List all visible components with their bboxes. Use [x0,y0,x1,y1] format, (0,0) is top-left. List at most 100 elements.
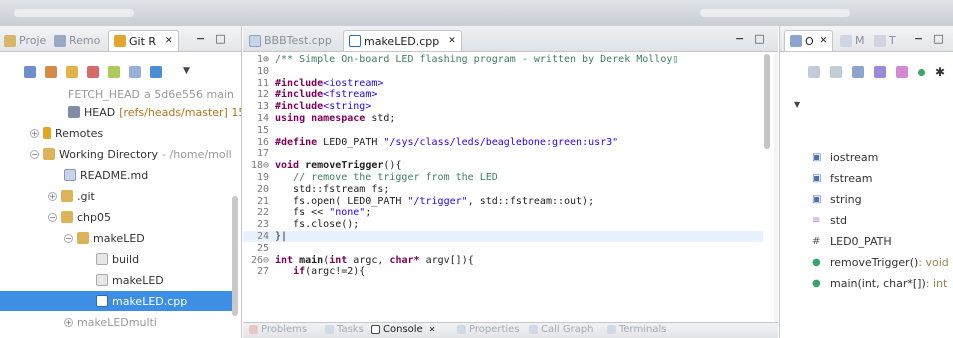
code-text[interactable]: #include<iostream> [275,78,383,89]
outline-item[interactable]: ● main(int, char*[]) : int [812,274,947,292]
code-line[interactable]: 26⊖ int main(int argc, char* argv[]){ [243,255,763,266]
tree-item-makeled-cpp[interactable]: makeLED.cpp [0,291,234,311]
outline-item[interactable]: ▣ fstream [812,169,872,187]
outline-item[interactable]: ▣ iostream [812,148,878,166]
tab-makeled-cpp[interactable]: makeLED.cpp ✕ [343,30,462,51]
expand-icon[interactable]: + [64,317,73,327]
editor-scrollbar[interactable] [764,54,770,149]
tab-project-explorer[interactable]: Proje [4,30,46,51]
close-icon[interactable]: ✕ [448,36,456,46]
tab-git-repositories[interactable]: Git R ✕ [108,30,179,51]
tree-item-chp05[interactable]: − chp05 [48,207,111,227]
chevron-down-icon[interactable]: ▼ [183,66,190,78]
maximize-button[interactable]: □ [215,32,225,45]
minimize-button[interactable]: − [735,32,744,45]
tab-outline[interactable]: O ✕ [784,30,834,51]
code-text[interactable]: fs << "none"; [275,207,371,218]
tab-remote-systems[interactable]: Remo [54,30,100,51]
code-line[interactable]: 21 fs.open( LED0_PATH "/trigger", std::f… [243,196,763,207]
close-icon[interactable]: ✕ [429,325,436,334]
hide-static-icon[interactable] [830,66,842,78]
asterisk-icon[interactable]: ✱ [935,66,945,78]
collapse-icon[interactable]: − [48,212,57,222]
collapse-all-icon[interactable] [24,66,36,78]
code-line[interactable]: 10 [243,66,763,77]
outline-item[interactable]: ▣ string [812,190,862,208]
minimize-button[interactable]: − [914,32,923,45]
code-line[interactable]: 13 #include<string> [243,101,763,112]
code-line[interactable]: 19 // remove the trigger from the LED [243,172,763,183]
tree-item-working-directory[interactable]: − Working Directory - /home/moll [30,144,232,164]
code-text[interactable]: // remove the trigger from the LED [275,172,498,183]
create-repository-icon[interactable] [108,66,120,78]
code-line[interactable]: 27 if(argc!=2){ [243,266,763,277]
maximize-button[interactable]: □ [754,32,764,45]
hide-macros-icon[interactable] [896,66,908,78]
code-line[interactable]: 18⊖ void removeTrigger(){ [243,160,763,171]
code-line[interactable]: 11 #include<iostream> [243,78,763,89]
hide-fields-icon[interactable] [808,66,820,78]
code-text[interactable]: fs.open( LED0_PATH "/trigger", std::fstr… [275,196,594,207]
code-text[interactable]: int main(int argc, char* argv[]){ [275,255,474,266]
tab-problems[interactable]: Problems [249,324,307,335]
code-line[interactable]: 25 [243,243,763,254]
code-line[interactable]: 20 std::fstream fs; [243,184,763,195]
tree-item-makeled-folder[interactable]: − makeLED [64,228,145,248]
collapse-icon[interactable]: − [30,149,39,159]
tree-item-makeledmulti[interactable]: + makeLEDmulti [64,312,157,332]
code-line[interactable]: 14 using namespace std; [243,113,763,124]
expand-icon[interactable]: + [48,191,57,201]
tree-item-build[interactable]: build [96,249,139,269]
code-text[interactable]: #include<fstream> [275,89,377,100]
refresh-icon[interactable] [129,66,141,78]
view-menu-icon[interactable] [150,66,162,78]
outline-item[interactable]: # LED0_PATH [812,232,892,250]
minimize-button[interactable]: − [196,32,205,45]
code-text[interactable]: #define LED0_PATH "/sys/class/leds/beagl… [275,137,618,148]
code-text[interactable]: void removeTrigger(){ [275,160,401,171]
tab-bbbtest-cpp[interactable]: BBBTest.cpp [249,30,332,51]
code-line[interactable]: 12 #include<fstream> [243,89,763,100]
code-text[interactable]: if(argc!=2){ [275,266,365,277]
code-text[interactable]: using namespace std; [275,113,395,124]
close-icon[interactable]: ✕ [820,36,828,46]
code-line[interactable]: 15 [243,125,763,136]
group-icon[interactable] [918,69,925,76]
code-text[interactable]: #include<string> [275,101,371,112]
code-text[interactable]: std::fstream fs; [275,184,389,195]
code-line[interactable]: 22 fs << "none"; [243,207,763,218]
tree-item-makeled-binary[interactable]: makeLED [96,270,164,290]
code-line[interactable]: 1⊕ /** Simple On-board LED flashing progr… [243,54,763,65]
expand-icon[interactable]: + [30,128,39,138]
collapse-icon[interactable]: − [64,233,73,243]
add-repository-icon[interactable] [66,66,78,78]
tree-item-readme[interactable]: README.md [64,165,148,185]
outline-item[interactable]: ● removeTrigger() : void [812,253,949,271]
code-line[interactable]: 16 #define LED0_PATH "/sys/class/leds/bea… [243,137,763,148]
code-line[interactable]: 24}| [243,231,763,242]
close-icon[interactable]: ✕ [165,36,173,46]
code-line[interactable]: 17 [243,148,763,159]
sort-icon[interactable] [852,66,864,78]
tab-properties[interactable]: Properties [457,324,520,335]
tree-item-remotes[interactable]: + Remotes [30,123,103,143]
tab-make-targets[interactable]: M [840,30,865,51]
tab-tasks[interactable]: Tasks [325,324,364,335]
code-text[interactable]: /** Simple On-board LED flashing program… [275,54,678,65]
code-area[interactable]: 1⊕ /** Simple On-board LED flashing progr… [243,54,763,324]
chevron-down-icon[interactable]: ▼ [794,100,800,109]
left-scrollbar[interactable] [232,196,238,316]
outline-item[interactable]: ≡ std [812,211,847,229]
maximize-button[interactable]: □ [933,32,943,45]
clone-repository-icon[interactable] [87,66,99,78]
tree-item-head[interactable]: HEAD [refs/heads/master] 15 [68,102,241,122]
tab-call-graph[interactable]: Call Graph [529,324,594,335]
code-text[interactable]: }| [275,231,287,242]
tab-task-list[interactable]: T [874,30,896,51]
tree-item-git-folder[interactable]: + .git [48,186,95,206]
code-line[interactable]: 23 fs.close(); [243,219,763,230]
link-with-editor-icon[interactable] [45,66,57,78]
tab-console[interactable]: Console ✕ [371,324,435,335]
tab-terminals[interactable]: Terminals [607,324,666,335]
hide-non-public-icon[interactable] [874,66,886,78]
